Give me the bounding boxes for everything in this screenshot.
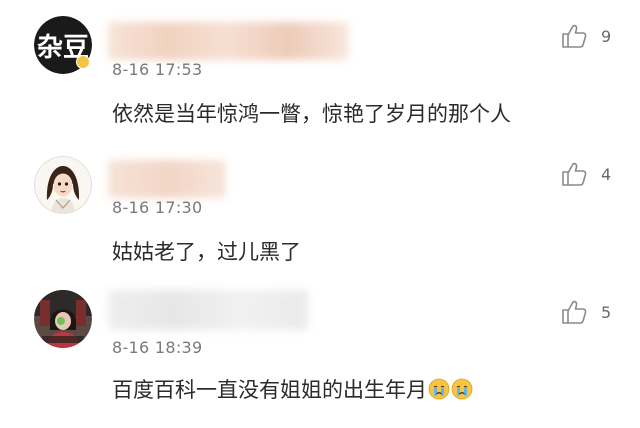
comment-text: 姑姑老了，过儿黑了 <box>112 240 301 264</box>
like-count: 5 <box>601 302 612 322</box>
crying-face-emoji <box>451 378 473 400</box>
comment-time: 8-16 17:30 <box>112 198 203 217</box>
username-blurred[interactable] <box>108 290 308 330</box>
like-button[interactable]: 5 <box>561 300 611 324</box>
comment-item: 8-16 17:30 姑姑老了，过儿黑了 4 <box>0 140 640 276</box>
like-count: 4 <box>601 164 612 184</box>
comment-time: 8-16 17:53 <box>112 60 203 79</box>
thumbs-up-icon <box>562 162 587 186</box>
avatar[interactable] <box>34 156 92 214</box>
comment-text: 依然是当年惊鸿一瞥，惊艳了岁月的那个人 <box>112 102 511 126</box>
crying-face-emoji <box>428 378 450 400</box>
avatar-image <box>34 290 92 348</box>
comment-item: 8-16 18:39 百度百科一直没有姐姐的出生年月 5 <box>0 276 640 428</box>
comment-time: 8-16 18:39 <box>112 338 203 357</box>
comment-item: 杂豆 8-16 17:53 依然是当年惊鸿一瞥，惊艳了岁月的那个人 9 <box>0 0 640 140</box>
like-button[interactable]: 4 <box>561 162 611 186</box>
avatar-image <box>34 156 92 214</box>
username-blurred[interactable] <box>108 160 226 198</box>
like-count: 9 <box>601 26 612 46</box>
thumbs-up-icon <box>562 24 587 48</box>
avatar[interactable] <box>34 290 92 348</box>
verified-badge-icon <box>76 55 90 69</box>
username-blurred[interactable] <box>108 22 348 60</box>
thumbs-up-icon <box>562 300 587 324</box>
comment-text: 百度百科一直没有姐姐的出生年月 <box>112 374 473 404</box>
like-button[interactable]: 9 <box>561 24 611 48</box>
comment-text-content: 百度百科一直没有姐姐的出生年月 <box>112 378 427 402</box>
